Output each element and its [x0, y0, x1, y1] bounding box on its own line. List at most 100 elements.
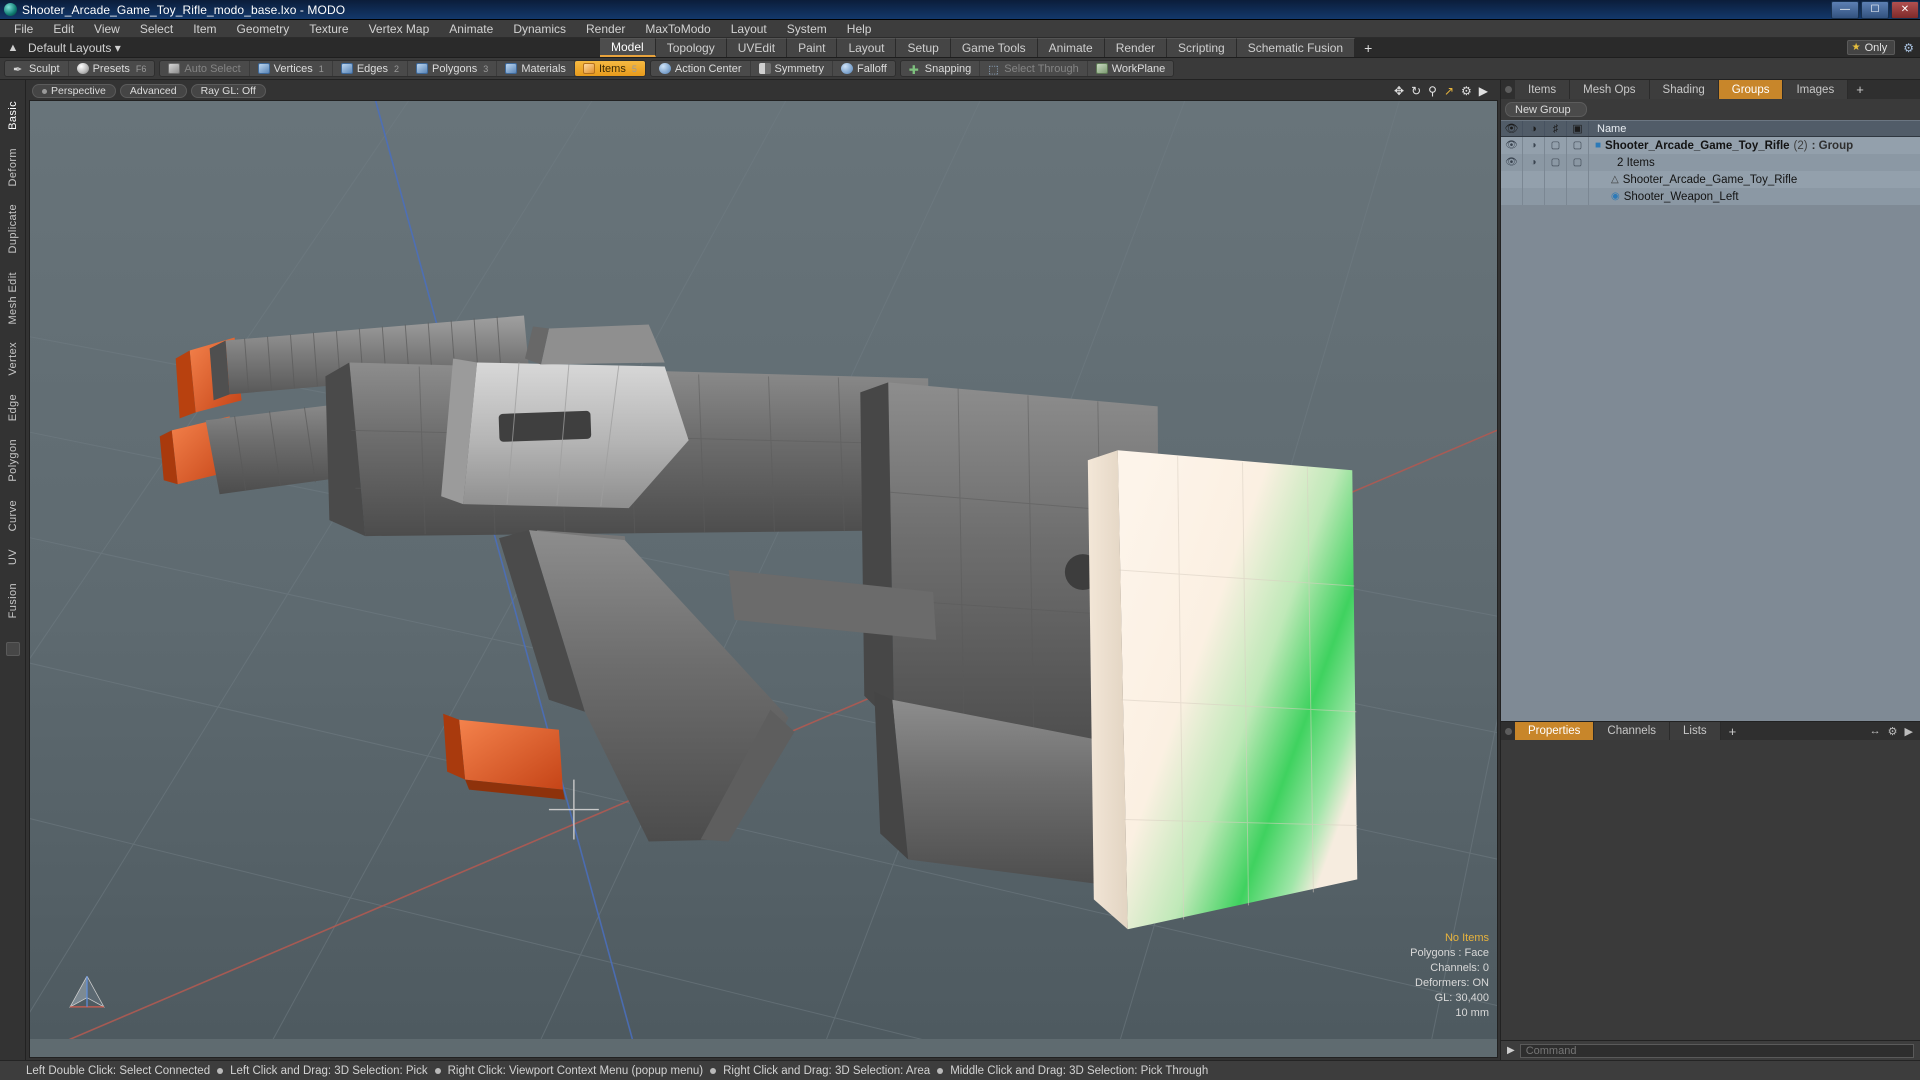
toolbar-button-polygons[interactable]: Polygons 3	[408, 61, 498, 76]
rotate-icon[interactable]: ↻	[1411, 85, 1421, 97]
layout-tab-model[interactable]: Model	[600, 38, 656, 57]
tab-channels[interactable]: Channels	[1594, 722, 1671, 740]
table-row[interactable]: 👁 ◑ ▢ ▢ 2 Items	[1501, 154, 1920, 171]
properties-content-area[interactable]	[1501, 740, 1920, 1040]
left-rail-tab-basic[interactable]: Basic	[7, 92, 19, 139]
props-menu-knob[interactable]	[1501, 722, 1515, 740]
left-rail-extra-button[interactable]	[5, 641, 20, 656]
row-render-icon[interactable]: ◑	[1523, 154, 1545, 171]
row-lock-icon[interactable]: ▢	[1545, 137, 1567, 154]
fit-icon[interactable]: ↗	[1444, 85, 1454, 97]
layout-tab-setup[interactable]: Setup	[896, 38, 951, 57]
tab-groups[interactable]: Groups	[1718, 80, 1784, 99]
expand-icon[interactable]: ↔	[1870, 725, 1881, 737]
move-icon[interactable]: ✥	[1394, 85, 1404, 97]
home-icon[interactable]: ▲	[6, 41, 20, 55]
menu-view[interactable]: View	[84, 20, 130, 38]
command-input[interactable]	[1519, 1043, 1914, 1058]
layout-tab-layout[interactable]: Layout	[837, 38, 897, 57]
left-rail-tab-deform[interactable]: Deform	[7, 139, 19, 195]
toolbar-button-sculpt[interactable]: ✒ Sculpt	[5, 61, 69, 76]
row-lock-icon[interactable]: ▢	[1545, 154, 1567, 171]
layout-tab-scripting[interactable]: Scripting	[1167, 38, 1237, 57]
gear-icon[interactable]: ⚙	[1461, 85, 1472, 97]
toolbar-button-snapping[interactable]: ✚ Snapping	[901, 61, 981, 77]
tab-mesh-ops[interactable]: Mesh Ops	[1570, 80, 1650, 99]
left-rail-tab-edge[interactable]: Edge	[7, 385, 19, 430]
left-rail-tab-vertex[interactable]: Vertex	[7, 333, 19, 385]
toolbar-button-workplane[interactable]: WorkPlane	[1088, 61, 1174, 76]
menu-dynamics[interactable]: Dynamics	[503, 20, 576, 38]
row-select-icon[interactable]: ▢	[1567, 137, 1589, 154]
menu-animate[interactable]: Animate	[439, 20, 503, 38]
layout-tab-paint[interactable]: Paint	[787, 38, 838, 57]
menu-file[interactable]: File	[4, 20, 43, 38]
3d-viewport[interactable]: No Items Polygons : Face Channels: 0 Def…	[29, 100, 1498, 1058]
chevron-right-icon[interactable]: ▶	[1507, 1045, 1515, 1056]
eye-icon[interactable]: 👁	[1501, 121, 1523, 136]
viewport-display-mode[interactable]: Advanced	[119, 84, 187, 98]
table-row[interactable]: △ Shooter_Arcade_Game_Toy_Rifle	[1501, 171, 1920, 188]
menu-icon[interactable]: ▶	[1905, 725, 1913, 738]
menu-maxtomodo[interactable]: MaxToModo	[635, 20, 720, 38]
menu-select[interactable]: Select	[130, 20, 183, 38]
layout-tab-render[interactable]: Render	[1104, 38, 1168, 57]
toolbar-button-presets[interactable]: Presets F6	[69, 61, 155, 76]
group-tree[interactable]: 👁 ◑ ▢ ▢ ■ Shooter_Arcade_Game_Toy_Rifle …	[1501, 137, 1920, 721]
toolbar-button-select-through[interactable]: ⬚ Select Through	[980, 61, 1088, 76]
maximize-button[interactable]: ☐	[1861, 1, 1889, 19]
layout-tab-topology[interactable]: Topology	[655, 38, 727, 57]
menu-render[interactable]: Render	[576, 20, 635, 38]
tab-add[interactable]: +	[1720, 722, 1745, 740]
default-layouts-dropdown[interactable]: Default Layouts ▾	[28, 41, 121, 55]
table-row[interactable]: 👁 ◑ ▢ ▢ ■ Shooter_Arcade_Game_Toy_Rifle …	[1501, 137, 1920, 154]
axis-gizmo[interactable]	[64, 967, 110, 1013]
menu-texture[interactable]: Texture	[299, 20, 358, 38]
tab-items[interactable]: Items	[1515, 80, 1571, 99]
close-button[interactable]: ✕	[1891, 1, 1919, 19]
left-rail-tab-mesh-edit[interactable]: Mesh Edit	[7, 263, 19, 334]
tab-shading[interactable]: Shading	[1649, 80, 1719, 99]
viewport-raygl-toggle[interactable]: Ray GL: Off	[190, 84, 266, 98]
toolbar-button-action-center[interactable]: Action Center	[651, 61, 751, 76]
left-rail-tab-fusion[interactable]: Fusion	[7, 574, 19, 627]
toolbar-button-vertices[interactable]: Vertices 1	[250, 61, 333, 76]
layout-tab-game-tools[interactable]: Game Tools	[950, 38, 1038, 57]
group-name-field[interactable]: New Group	[1505, 102, 1587, 117]
tab-images[interactable]: Images	[1783, 80, 1849, 99]
render-icon[interactable]: ◑	[1523, 121, 1545, 136]
row-eye-icon[interactable]: 👁	[1501, 154, 1523, 171]
expand-icon[interactable]: ▶	[1479, 85, 1488, 97]
toolbar-button-materials[interactable]: Materials	[497, 61, 575, 76]
menu-geometry[interactable]: Geometry	[227, 20, 300, 38]
toolbar-button-items[interactable]: Items 5	[574, 61, 645, 76]
menu-layout[interactable]: Layout	[721, 20, 777, 38]
only-toggle[interactable]: ★ Only	[1846, 40, 1896, 55]
layout-tab-uvedit[interactable]: UVEdit	[726, 38, 788, 57]
menu-edit[interactable]: Edit	[43, 20, 84, 38]
add-layout-tab-button[interactable]: +	[1355, 38, 1382, 57]
row-eye-icon[interactable]: 👁	[1501, 137, 1523, 154]
menu-item[interactable]: Item	[183, 20, 226, 38]
menu-system[interactable]: System	[777, 20, 837, 38]
zoom-icon[interactable]: ⚲	[1428, 85, 1437, 97]
menu-vertex-map[interactable]: Vertex Map	[359, 20, 440, 38]
left-rail-tab-curve[interactable]: Curve	[7, 491, 19, 540]
minimize-button[interactable]: —	[1831, 1, 1859, 19]
layout-tab-schematic-fusion[interactable]: Schematic Fusion	[1236, 38, 1356, 57]
toolbar-button-auto-select[interactable]: Auto Select	[160, 61, 250, 76]
row-select-icon[interactable]: ▢	[1567, 154, 1589, 171]
left-rail-tab-polygon[interactable]: Polygon	[7, 430, 19, 491]
select-icon[interactable]: ▣	[1567, 121, 1589, 136]
layout-tab-animate[interactable]: Animate	[1037, 38, 1105, 57]
toolbar-button-falloff[interactable]: Falloff	[833, 61, 895, 76]
lock-icon[interactable]: ♯	[1545, 121, 1567, 136]
left-rail-tab-uv[interactable]: UV	[7, 540, 19, 574]
table-row[interactable]: ◉ Shooter_Weapon_Left	[1501, 188, 1920, 205]
gear-icon[interactable]: ⚙	[1903, 41, 1914, 55]
viewport-view-mode[interactable]: Perspective	[32, 84, 116, 98]
panel-menu-knob[interactable]	[1501, 80, 1515, 99]
tab-properties[interactable]: Properties	[1515, 722, 1595, 740]
left-rail-tab-duplicate[interactable]: Duplicate	[7, 195, 19, 262]
tab-add[interactable]: +	[1848, 80, 1872, 99]
